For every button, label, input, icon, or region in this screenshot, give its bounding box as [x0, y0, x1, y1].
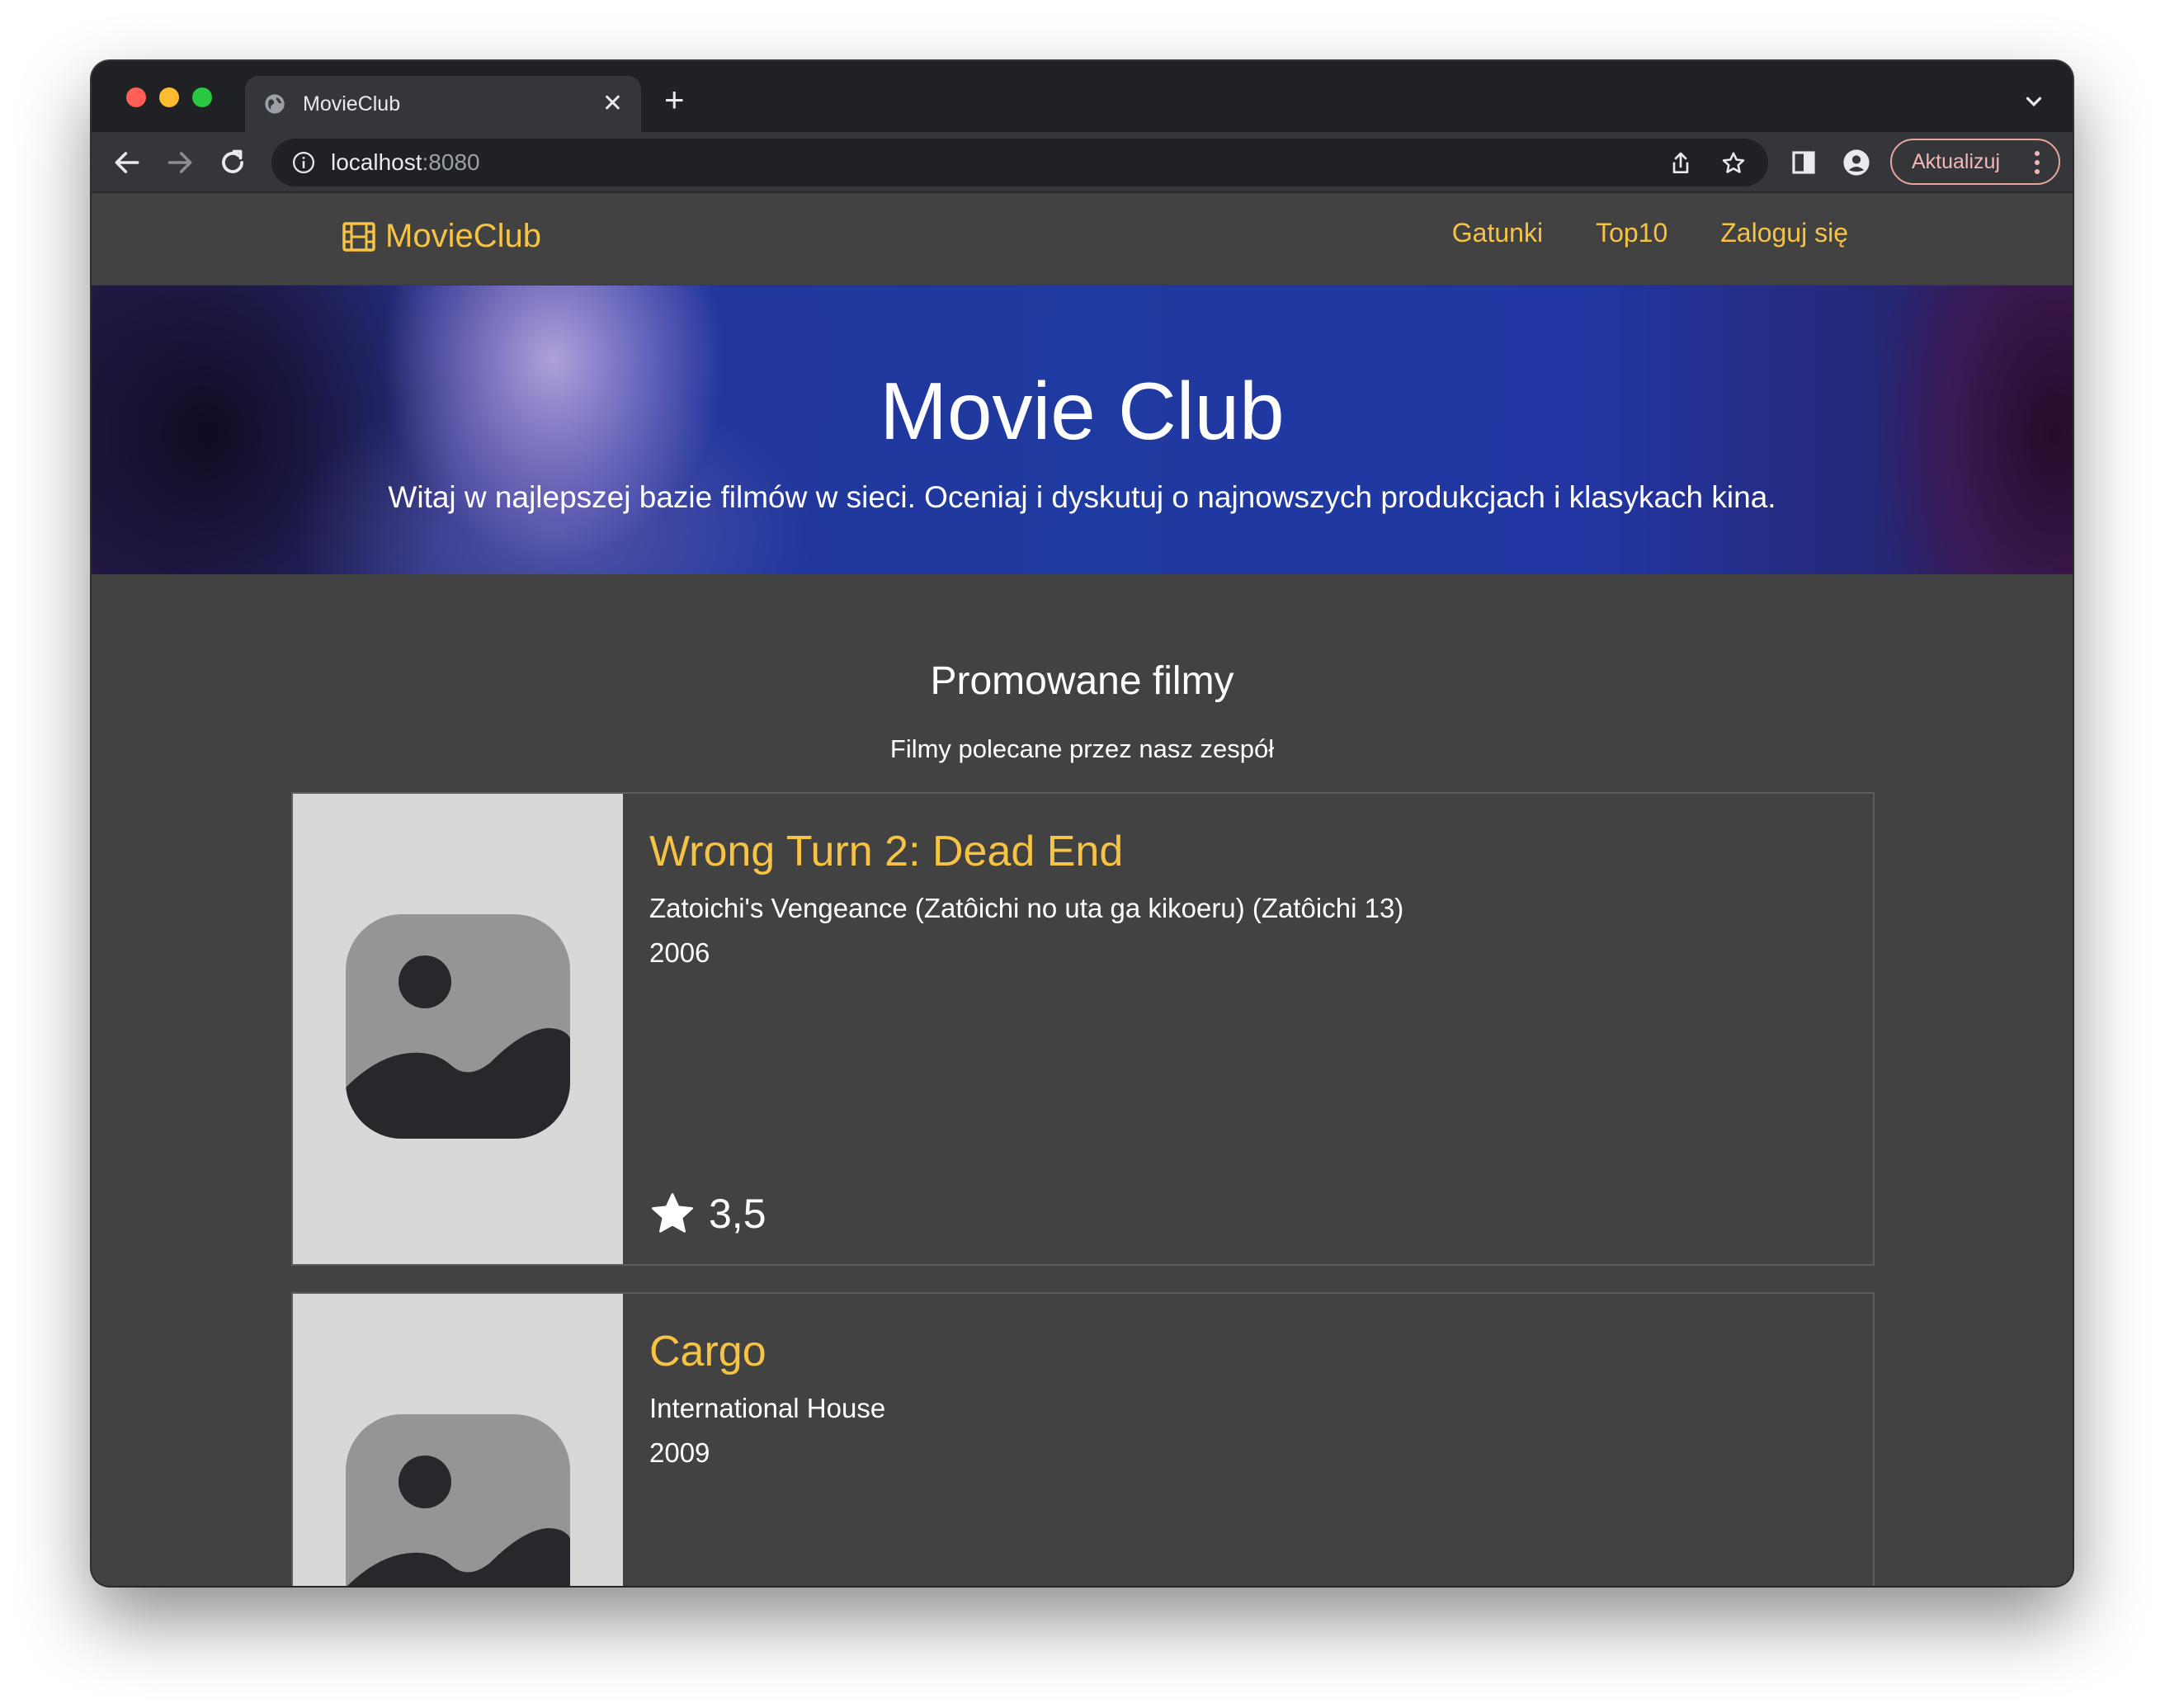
- close-window-button[interactable]: [126, 87, 146, 107]
- film-icon: [342, 221, 375, 252]
- star-bookmark-icon[interactable]: [1720, 150, 1747, 177]
- zoom-window-button[interactable]: [192, 87, 212, 107]
- minimize-window-button[interactable]: [159, 87, 179, 107]
- promoted-section-subtitle: Filmy polecane przez nasz zespół: [889, 734, 1275, 763]
- main-nav: Gatunki Top10 Zaloguj się: [1452, 218, 1848, 248]
- image-placeholder-icon: [346, 1414, 570, 1586]
- address-bar[interactable]: localhost:8080: [271, 139, 1768, 186]
- globe-icon: [265, 94, 285, 114]
- url-host: localhost: [331, 149, 422, 175]
- plus-icon[interactable]: +: [664, 83, 685, 117]
- hero-banner: Movie Club Witaj w najlepszej bazie film…: [92, 285, 2073, 574]
- nav-link-login[interactable]: Zaloguj się: [1720, 218, 1848, 248]
- movie-poster-placeholder: [293, 1294, 623, 1586]
- profile-icon[interactable]: [1842, 149, 1870, 177]
- url-port: :8080: [422, 149, 480, 175]
- movie-card[interactable]: Wrong Turn 2: Dead End Zatoichi's Vengea…: [291, 792, 1875, 1266]
- window-controls: [126, 87, 212, 107]
- movie-card-body: Wrong Turn 2: Dead End Zatoichi's Vengea…: [649, 827, 1856, 969]
- tab-movieclub[interactable]: MovieClub ✕: [245, 76, 641, 132]
- close-icon[interactable]: ✕: [602, 92, 623, 116]
- movie-title[interactable]: Wrong Turn 2: Dead End: [649, 827, 1856, 876]
- chevron-down-icon[interactable]: [2021, 89, 2046, 114]
- forward-icon[interactable]: [164, 147, 196, 178]
- kebab-menu-icon[interactable]: [2034, 150, 2040, 175]
- tab-title: MovieClub: [303, 92, 401, 116]
- nav-link-genres[interactable]: Gatunki: [1452, 218, 1543, 248]
- movie-original-title: Zatoichi's Vengeance (Zatôichi no uta ga…: [649, 893, 1404, 923]
- update-button-label: Aktualizuj: [1912, 149, 2000, 173]
- tab-strip: MovieClub ✕ +: [92, 61, 2073, 132]
- movie-year: 2009: [649, 1437, 710, 1468]
- movie-original-title: International House: [649, 1393, 886, 1423]
- hero-title: Movie Club: [880, 366, 1285, 456]
- image-placeholder-icon: [346, 914, 570, 1139]
- info-icon[interactable]: [291, 150, 316, 175]
- promoted-section-title: Promowane filmy: [930, 659, 1234, 703]
- sidebar-icon[interactable]: [1790, 149, 1818, 177]
- brand-link[interactable]: MovieClub: [342, 218, 541, 255]
- movie-year: 2006: [649, 937, 710, 968]
- browser-toolbar: localhost:8080 Aktualizuj: [92, 132, 2073, 193]
- star-icon: [652, 1193, 693, 1233]
- movie-poster-placeholder: [293, 794, 623, 1264]
- movie-rating-value: 3,5: [709, 1191, 766, 1237]
- movie-card-body: Cargo International House 2009: [649, 1327, 1856, 1469]
- hero-subtitle: Witaj w najlepszej bazie filmów w sieci.…: [388, 480, 1776, 514]
- web-page: MovieClub Gatunki Top10 Zaloguj się Movi…: [92, 193, 2073, 1586]
- nav-link-top10[interactable]: Top10: [1596, 218, 1667, 248]
- movie-card[interactable]: Cargo International House 2009: [291, 1292, 1875, 1586]
- share-icon[interactable]: [1667, 150, 1694, 177]
- browser-window: MovieClub ✕ + localhost:8080 Aktualizuj…: [92, 61, 2073, 1586]
- movie-rating: 3,5: [649, 1190, 766, 1238]
- update-browser-button[interactable]: Aktualizuj: [1890, 139, 2060, 185]
- movie-title[interactable]: Cargo: [649, 1327, 1856, 1376]
- brand-label: MovieClub: [385, 218, 541, 254]
- site-navbar: MovieClub Gatunki Top10 Zaloguj się: [92, 193, 2073, 285]
- back-icon[interactable]: [111, 147, 143, 178]
- reload-icon[interactable]: [217, 147, 248, 178]
